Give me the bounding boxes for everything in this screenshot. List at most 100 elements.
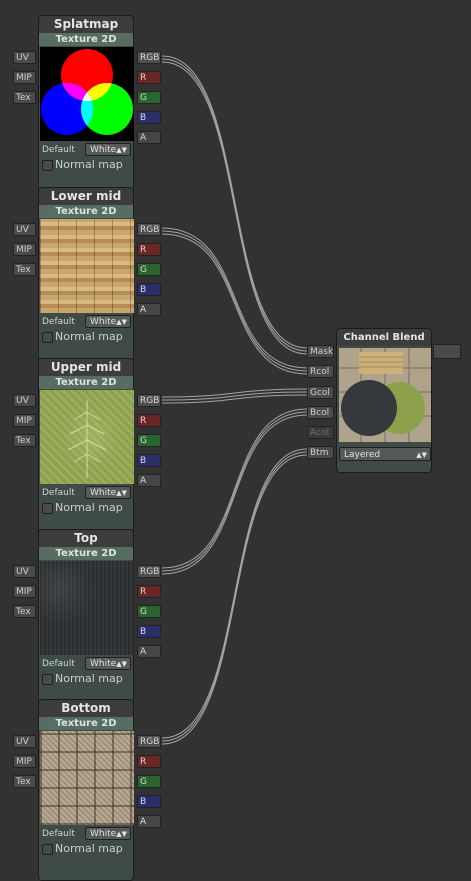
- texture-node-top[interactable]: Top Texture 2D Default White ▲▼ Normal ma…: [38, 529, 134, 711]
- port-rgb[interactable]: RGB: [137, 51, 161, 64]
- port-g[interactable]: G: [137, 91, 161, 104]
- input-acol[interactable]: Acol: [307, 426, 334, 439]
- input-mask[interactable]: Mask: [307, 345, 334, 358]
- blend-preview-icon: [339, 348, 431, 442]
- port-rgb[interactable]: RGB: [137, 223, 161, 236]
- chevron-updown-icon: ▲▼: [116, 489, 127, 497]
- default-label: Default: [42, 317, 75, 327]
- port-b[interactable]: B: [137, 283, 161, 296]
- texture-node-splatmap[interactable]: Splatmap Texture 2D Default White ▲▼ Norm…: [38, 15, 134, 197]
- node-title: Bottom: [38, 699, 134, 717]
- port-b[interactable]: B: [137, 795, 161, 808]
- output-port[interactable]: [433, 344, 461, 359]
- node-body: Texture 2D Default White ▲▼ Normal map: [38, 376, 134, 540]
- blend-mode-select[interactable]: Layered ▲▼: [339, 447, 431, 461]
- port-mip[interactable]: MIP: [13, 71, 36, 84]
- node-subtitle: Texture 2D: [39, 717, 133, 730]
- port-uv[interactable]: UV: [13, 51, 36, 64]
- port-g[interactable]: G: [137, 775, 161, 788]
- node-body: Texture 2D Default White ▲▼ Normal map: [38, 547, 134, 711]
- default-label: Default: [42, 488, 75, 498]
- channel-blend-body: Layered ▲▼: [336, 346, 432, 473]
- node-body: Texture 2D Default White ▲▼ Normal map: [38, 717, 134, 881]
- port-mip[interactable]: MIP: [13, 755, 36, 768]
- normal-map-checkbox[interactable]: [42, 332, 53, 343]
- port-a[interactable]: A: [137, 815, 161, 828]
- texture-node-lower-mid[interactable]: Lower mid Texture 2D Default White ▲▼ Nor…: [38, 187, 134, 369]
- default-select-value: White: [90, 829, 117, 839]
- default-select[interactable]: White ▲▼: [85, 315, 131, 328]
- texture-node-upper-mid[interactable]: Upper mid Texture 2D Default White ▲▼ Nor…: [38, 358, 134, 540]
- port-rgb[interactable]: RGB: [137, 735, 161, 748]
- node-subtitle: Texture 2D: [39, 376, 133, 389]
- normal-map-checkbox[interactable]: [42, 160, 53, 171]
- default-select[interactable]: White ▲▼: [85, 143, 131, 156]
- port-a[interactable]: A: [137, 303, 161, 316]
- port-rgb[interactable]: RGB: [137, 565, 161, 578]
- node-body: Texture 2D Default White ▲▼ Normal map: [38, 33, 134, 197]
- node-title: Lower mid: [38, 187, 134, 205]
- port-r[interactable]: R: [137, 755, 161, 768]
- port-a[interactable]: A: [137, 474, 161, 487]
- normal-map-label: Normal map: [55, 672, 123, 685]
- channel-blend-node[interactable]: Channel Blend Layered ▲▼: [336, 328, 432, 473]
- port-tex[interactable]: Tex: [13, 605, 36, 618]
- port-a[interactable]: A: [137, 645, 161, 658]
- rgb-splatmap-preview-icon: [40, 47, 134, 141]
- port-b[interactable]: B: [137, 625, 161, 638]
- grass-texture-preview-icon: [40, 390, 134, 484]
- input-bcol[interactable]: Bcol: [307, 406, 334, 419]
- port-r[interactable]: R: [137, 243, 161, 256]
- default-label: Default: [42, 829, 75, 839]
- port-r[interactable]: R: [137, 414, 161, 427]
- node-title: Splatmap: [38, 15, 134, 33]
- node-body: Texture 2D Default White ▲▼ Normal map: [38, 205, 134, 369]
- port-g[interactable]: G: [137, 263, 161, 276]
- default-select-value: White: [90, 659, 117, 669]
- input-rcol[interactable]: Rcol: [307, 365, 334, 378]
- port-uv[interactable]: UV: [13, 394, 36, 407]
- chevron-updown-icon: ▲▼: [116, 146, 127, 154]
- normal-map-label: Normal map: [55, 158, 123, 171]
- port-mip[interactable]: MIP: [13, 243, 36, 256]
- default-label: Default: [42, 145, 75, 155]
- port-rgb[interactable]: RGB: [137, 394, 161, 407]
- port-mip[interactable]: MIP: [13, 414, 36, 427]
- port-mip[interactable]: MIP: [13, 585, 36, 598]
- port-uv[interactable]: UV: [13, 735, 36, 748]
- port-r[interactable]: R: [137, 585, 161, 598]
- default-select[interactable]: White ▲▼: [85, 486, 131, 499]
- texture-node-bottom[interactable]: Bottom Texture 2D Default White ▲▼ Normal…: [38, 699, 134, 881]
- normal-map-label: Normal map: [55, 501, 123, 514]
- port-g[interactable]: G: [137, 605, 161, 618]
- port-b[interactable]: B: [137, 111, 161, 124]
- port-a[interactable]: A: [137, 131, 161, 144]
- port-uv[interactable]: UV: [13, 223, 36, 236]
- port-tex[interactable]: Tex: [13, 263, 36, 276]
- port-tex[interactable]: Tex: [13, 775, 36, 788]
- default-select[interactable]: White ▲▼: [85, 827, 131, 840]
- chevron-updown-icon: ▲▼: [116, 318, 127, 326]
- port-b[interactable]: B: [137, 454, 161, 467]
- node-title: Top: [38, 529, 134, 547]
- port-uv[interactable]: UV: [13, 565, 36, 578]
- port-tex[interactable]: Tex: [13, 434, 36, 447]
- node-subtitle: Texture 2D: [39, 547, 133, 560]
- dark-stone-texture-preview-icon: [40, 561, 134, 655]
- node-title: Upper mid: [38, 358, 134, 376]
- chevron-updown-icon: ▲▼: [116, 830, 127, 838]
- input-gcol[interactable]: Gcol: [307, 386, 334, 399]
- port-g[interactable]: G: [137, 434, 161, 447]
- normal-map-checkbox[interactable]: [42, 503, 53, 514]
- normal-map-checkbox[interactable]: [42, 844, 53, 855]
- default-select-value: White: [90, 488, 117, 498]
- normal-map-checkbox[interactable]: [42, 674, 53, 685]
- port-tex[interactable]: Tex: [13, 91, 36, 104]
- default-select[interactable]: White ▲▼: [85, 657, 131, 670]
- blend-mode-value: Layered: [344, 450, 381, 460]
- wood-texture-preview-icon: [40, 219, 134, 313]
- chevron-updown-icon: ▲▼: [416, 451, 427, 459]
- normal-map-label: Normal map: [55, 842, 123, 855]
- port-r[interactable]: R: [137, 71, 161, 84]
- input-btm[interactable]: Btm: [307, 446, 334, 459]
